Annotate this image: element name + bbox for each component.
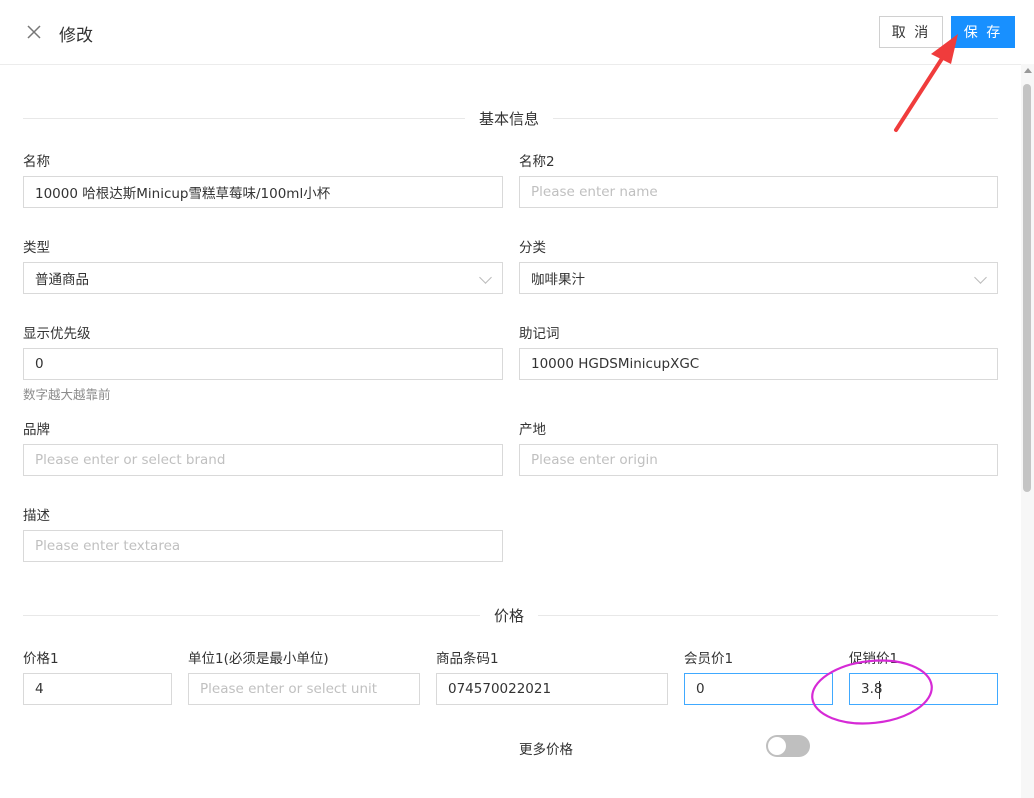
type-select[interactable]: 普通商品 (23, 262, 503, 294)
more-prices-toggle[interactable] (766, 735, 810, 757)
dialog-header: 修改 取 消 保 存 (0, 0, 1034, 65)
origin-input[interactable]: Please enter origin (519, 444, 998, 476)
unit1-label: 单位1(必须是最小单位) (188, 651, 329, 667)
section-title-price: 价格 (480, 605, 539, 626)
name2-label: 名称2 (519, 154, 555, 170)
toggle-knob (768, 737, 786, 755)
type-select-value: 普通商品 (35, 272, 89, 288)
description-label: 描述 (23, 508, 50, 524)
name-label: 名称 (23, 154, 50, 170)
chevron-down-icon (974, 271, 987, 284)
scrollbar[interactable] (1021, 64, 1034, 798)
mnemonic-input[interactable]: 10000 HGDSMinicupXGC (519, 348, 998, 380)
brand-input[interactable]: Please enter or select brand (23, 444, 503, 476)
promo-price1-label: 促销价1 (849, 651, 899, 667)
category-label: 分类 (519, 240, 546, 256)
scroll-up-icon[interactable] (1024, 68, 1032, 73)
barcode1-input[interactable]: 074570022021 (436, 673, 668, 705)
member-price1-label: 会员价1 (684, 651, 734, 667)
unit1-input[interactable]: Please enter or select unit (188, 673, 420, 705)
chevron-down-icon (479, 271, 492, 284)
category-select[interactable]: 咖啡果汁 (519, 262, 998, 294)
name2-input[interactable]: Please enter name (519, 176, 998, 208)
category-select-value: 咖啡果汁 (531, 272, 585, 288)
price1-label: 价格1 (23, 651, 59, 667)
priority-hint: 数字越大越靠前 (23, 387, 111, 402)
type-label: 类型 (23, 240, 50, 256)
barcode1-label: 商品条码1 (436, 651, 499, 667)
save-button[interactable]: 保 存 (951, 16, 1015, 48)
member-price1-input[interactable]: 0 (684, 673, 833, 705)
scroll-thumb[interactable] (1023, 84, 1031, 492)
page-title: 修改 (59, 26, 93, 46)
mnemonic-label: 助记词 (519, 326, 560, 342)
cancel-button[interactable]: 取 消 (879, 16, 943, 48)
description-textarea[interactable]: Please enter textarea (23, 530, 503, 562)
priority-input[interactable]: 0 (23, 348, 503, 380)
name-input[interactable]: 10000 哈根达斯Minicup雪糕草莓味/100ml小杯 (23, 176, 503, 208)
section-title-basic: 基本信息 (465, 108, 554, 129)
more-prices-label: 更多价格 (519, 742, 573, 758)
price1-input[interactable]: 4 (23, 673, 172, 705)
origin-label: 产地 (519, 422, 546, 438)
close-icon[interactable] (26, 24, 42, 40)
brand-label: 品牌 (23, 422, 50, 438)
priority-label: 显示优先级 (23, 326, 91, 342)
text-cursor (879, 681, 880, 699)
promo-price1-input[interactable]: 3.8 (849, 673, 998, 705)
